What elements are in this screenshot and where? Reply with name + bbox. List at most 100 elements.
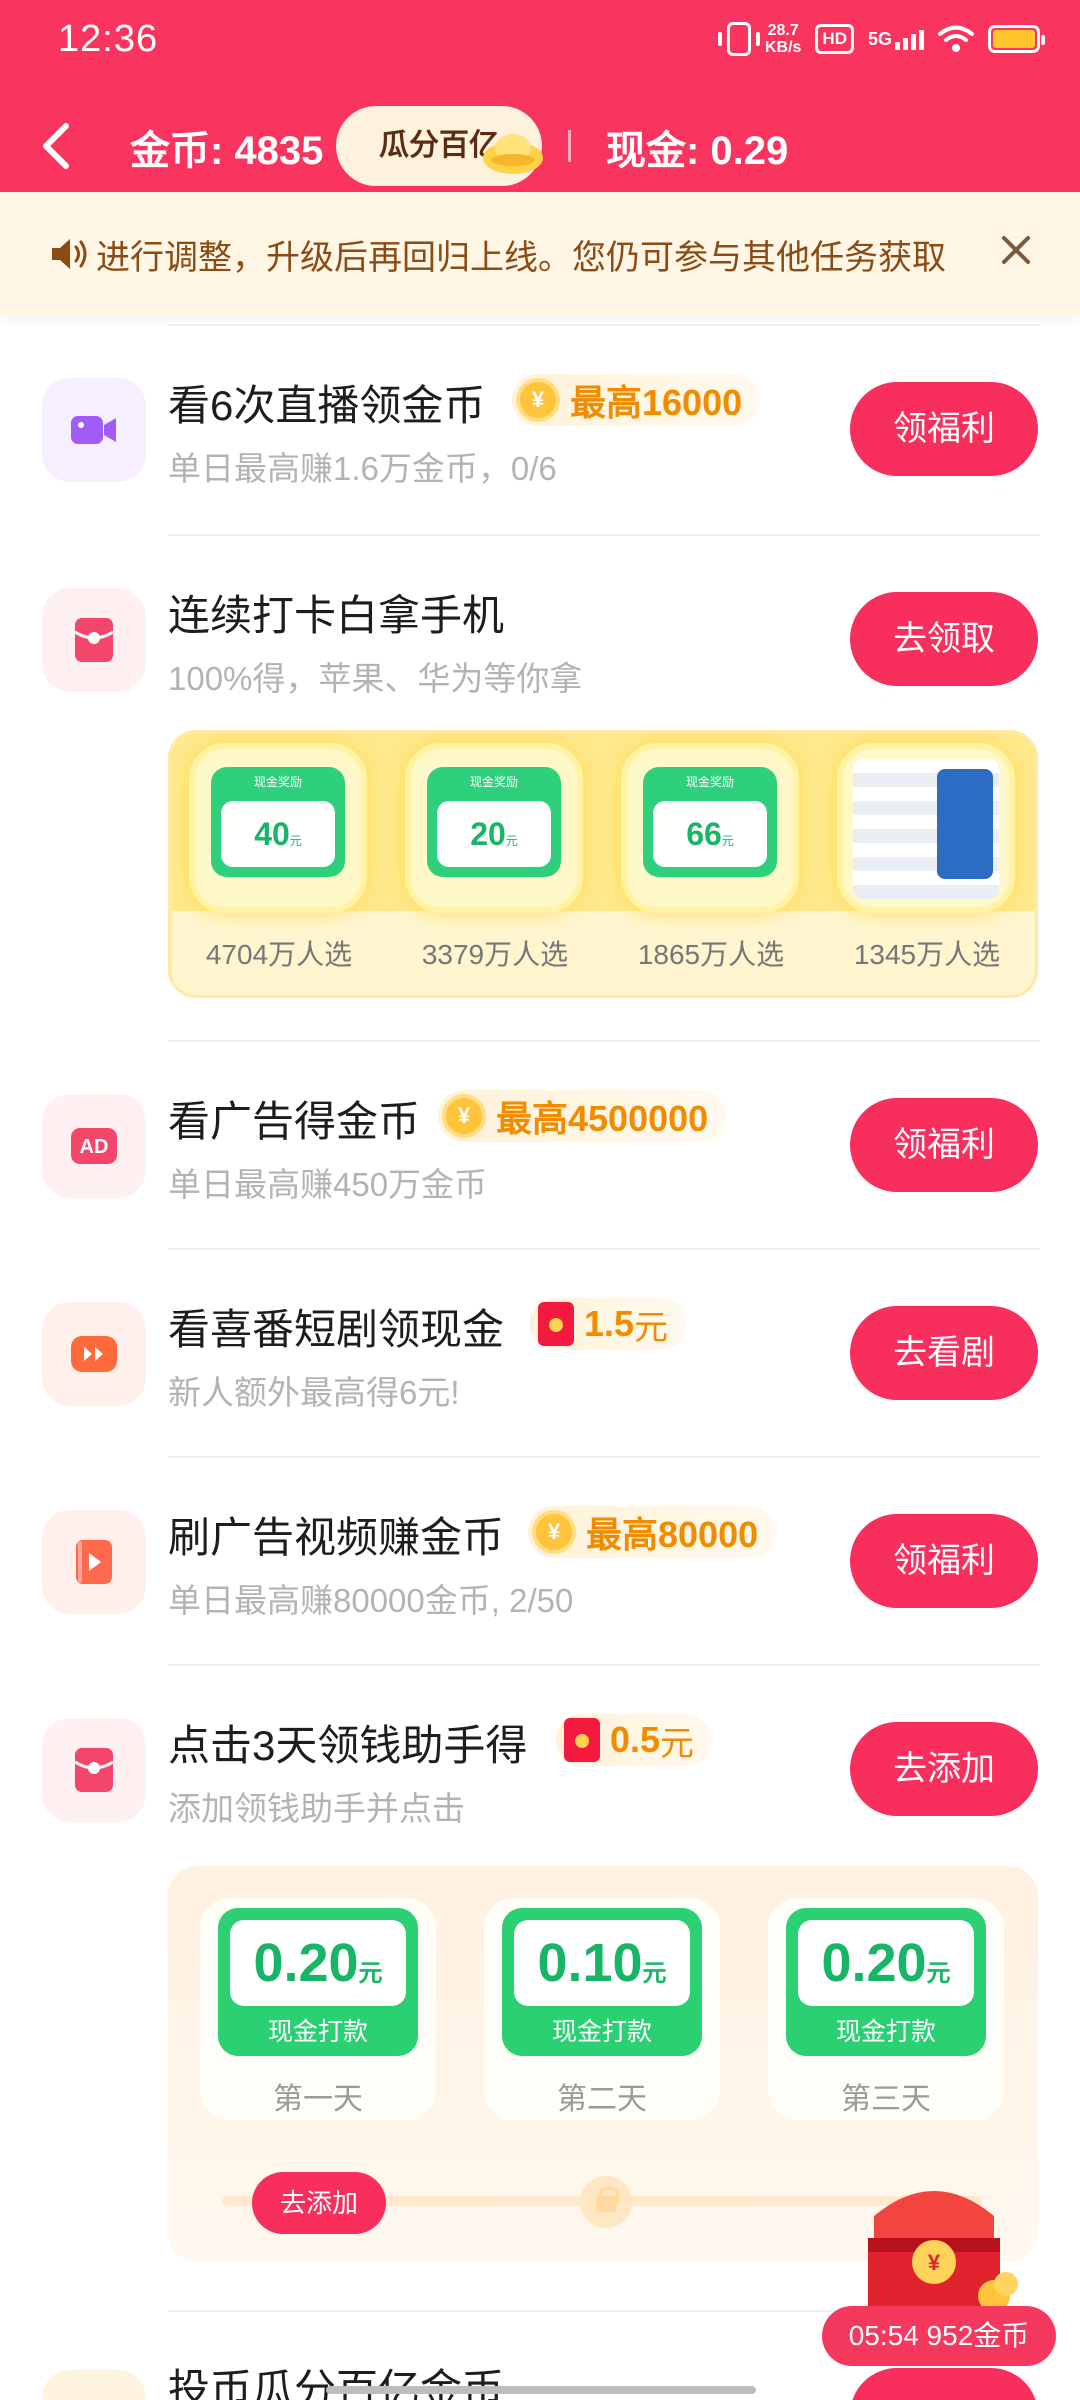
claim-welfare-button[interactable]: 领福利 [850,382,1038,476]
cash-payout-card: 0.20元 现金打款 [786,1908,986,2056]
battery-icon [988,25,1045,53]
status-bar: 12:36 28.7 KB/s HD 5G [0,0,1080,80]
amount-unit: 元 [926,1960,951,1987]
claim-welfare-button[interactable]: 领福利 [850,1098,1038,1192]
red-packet-icon [538,1302,574,1346]
day-reward-card: 0.20元 现金打款 第一天 [200,1898,436,2120]
svg-text:¥: ¥ [928,2250,941,2275]
cash-payout-card: 0.10元 现金打款 [502,1908,702,2056]
reward-value: 最高4500000 [496,1098,709,1139]
amount-value: 66 [686,816,722,852]
status-time: 12:36 [58,18,159,60]
treasure-chest-icon[interactable]: ¥ [844,2176,1024,2326]
day-amount: 0.10元 [514,1920,690,2006]
fast-forward-icon [42,1302,146,1406]
back-arrow-icon[interactable] [36,120,80,172]
add-helper-small-button[interactable]: 去添加 [252,2172,386,2234]
prize-option[interactable]: 现金奖励 66元 [621,743,799,913]
speed-value: 28.7 [767,22,799,39]
amount-unit: 元 [505,834,518,848]
card-amount: 20元 [437,801,551,867]
task-subtitle: 添加领钱助手并点击 [168,1790,465,1827]
task-subtitle: 新人额外最高得6元! [168,1374,460,1411]
prize-popularity: 1865万人选 [637,939,785,970]
divider [168,1040,1040,1042]
task-subtitle: 100%得，苹果、华为等你拿 [168,660,583,697]
card-header: 现金奖励 [469,775,518,789]
cash-reward-card: 现金奖励 66元 [643,767,777,877]
vibrate-icon [717,22,760,56]
reward-value: 1.5 [584,1303,635,1344]
card-header: 现金奖励 [685,775,734,789]
claim-welfare-button[interactable]: 领福利 [850,1514,1038,1608]
amount-value: 40 [254,816,290,852]
ad-icon: AD [42,1094,146,1198]
cash-reward-card: 现金奖励 20元 [427,767,561,877]
wifi-icon [938,25,974,52]
prize-option[interactable]: 现金奖励 40元 [189,743,367,913]
header: 12:36 28.7 KB/s HD 5G 金币: 4835 瓜分百亿 现金: … [0,0,1080,192]
float-timer-badge[interactable]: 05:54 952金币 [822,2306,1056,2366]
home-indicator [326,2386,756,2394]
card-amount: 66元 [653,801,767,867]
amount-value: 0.20 [821,1933,927,1993]
amount-unit: 元 [721,834,734,848]
reward-badge: ¥ 最高80000 [528,1506,777,1558]
tissue-pack-image [853,759,999,899]
speed-unit: KB/s [764,39,802,56]
go-claim-button[interactable]: 去领取 [850,592,1038,686]
day-label: 第三天 [841,2083,931,2116]
cash-payout-label: 现金打款 [835,2018,936,2046]
reward-badge: ¥ 最高4500000 [438,1090,727,1142]
red-envelope-icon [42,1718,146,1822]
divider [168,324,1040,326]
prize-popularity: 1345万人选 [853,939,1001,970]
video-camera-icon [42,378,146,482]
task-title: 连续打卡白拿手机 [168,592,505,639]
network-type: 5G [867,28,892,49]
network-speed: 28.7 KB/s [765,22,801,56]
red-packet-icon [564,1718,600,1762]
day-amount: 0.20元 [230,1920,406,2006]
task-title: 看喜番短剧领现金 [168,1306,505,1353]
prize-option[interactable] [837,743,1015,913]
task-title: 看6次直播领金币 [168,382,486,429]
reward-badge: 0.5 元 [556,1714,713,1766]
amount-unit: 元 [358,1960,383,1987]
red-envelope-icon [42,588,146,692]
coin-balance[interactable]: 金币: 4835 [130,118,323,176]
cash-reward-card: 现金奖励 40元 [211,767,345,877]
reward-badge: ¥ 最高16000 [512,374,761,426]
amount-value: 0.20 [253,1933,359,1993]
task-center-page: 12:36 28.7 KB/s HD 5G 金币: 4835 瓜分百亿 现金: … [0,0,1080,2400]
close-icon[interactable] [998,232,1034,268]
amount-value: 0.10 [537,1933,643,1993]
add-helper-button[interactable]: 去添加 [850,1722,1038,1816]
card-header: 现金奖励 [253,775,302,789]
notice-text: 进行调整，升级后再回归上线。您仍可参与其他任务获取 [96,239,946,277]
reward-value: 最高80000 [586,1514,759,1555]
amount-unit: 元 [289,834,302,848]
status-icons: 28.7 KB/s HD 5G [717,22,1045,56]
nav-divider [568,130,571,162]
notice-bar: 进行调整，升级后再回归上线。您仍可参与其他任务获取 [0,192,1080,316]
reward-unit: 元 [634,1308,669,1347]
card-amount: 40元 [221,801,335,867]
coin-icon: ¥ [442,1094,486,1138]
cash-payout-card: 0.20元 现金打款 [218,1908,418,2056]
task-subtitle: 单日最高赚1.6万金币，0/6 [168,450,557,487]
task-title: 看广告得金币 [168,1098,421,1145]
task-button[interactable] [850,2368,1038,2400]
cash-payout-label: 现金打款 [551,2018,652,2046]
signal-icon: 5G [868,29,924,50]
prize-option[interactable]: 现金奖励 20元 [405,743,583,913]
prize-popularity: 4704万人选 [205,939,353,970]
watch-drama-button[interactable]: 去看剧 [850,1306,1038,1400]
task-subtitle: 单日最高赚80000金币, 2/50 [168,1582,574,1619]
divider [168,534,1040,536]
task-subtitle: 单日最高赚450万金币 [168,1166,488,1203]
task-title: 刷广告视频赚金币 [168,1514,505,1561]
svg-text:AD: AD [80,1136,109,1158]
cash-balance[interactable]: 现金: 0.29 [606,118,788,176]
divider [168,1248,1040,1250]
